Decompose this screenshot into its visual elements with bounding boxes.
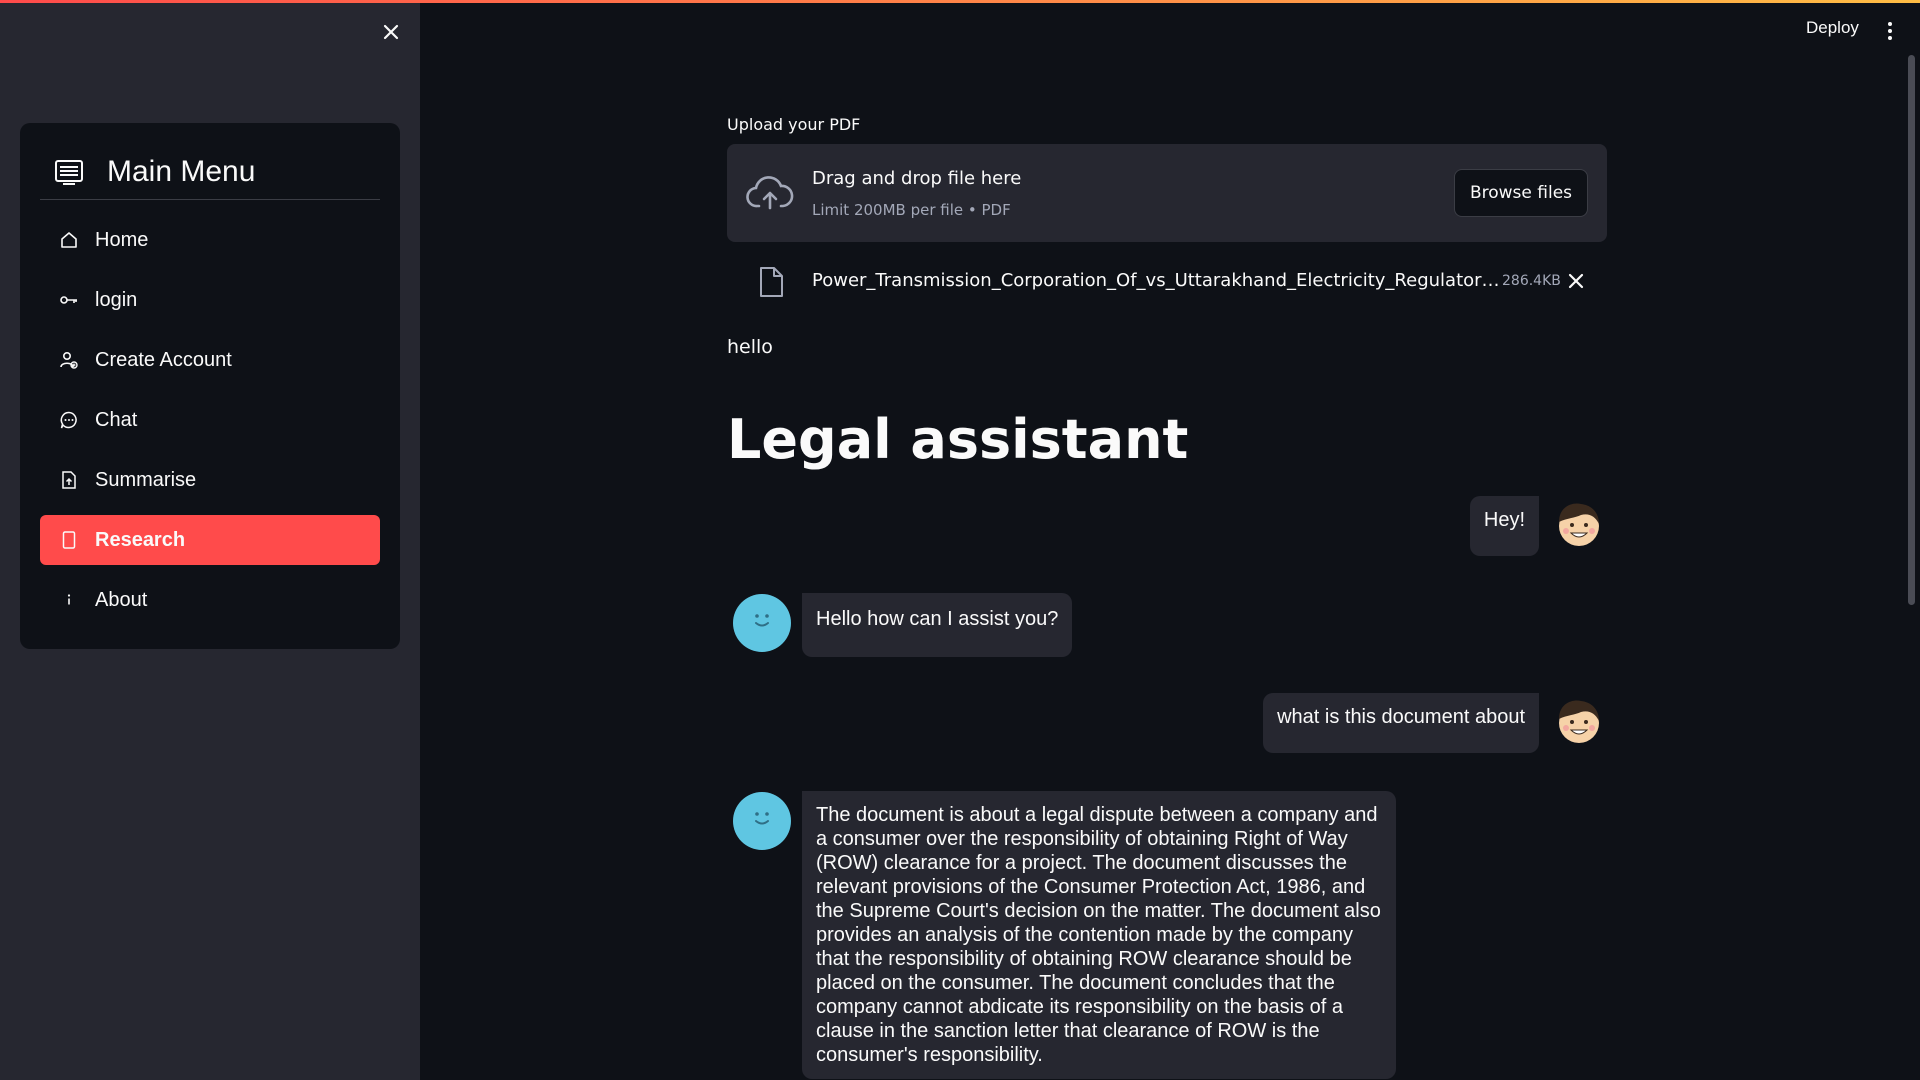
dropzone-limit: Limit 200MB per file • PDF bbox=[812, 201, 1011, 219]
menu-item-create-account[interactable]: Create Account bbox=[40, 335, 380, 385]
file-dropzone[interactable]: Drag and drop file here Limit 200MB per … bbox=[727, 144, 1607, 242]
user-message: what is this document about bbox=[1263, 693, 1607, 753]
menu-item-label: login bbox=[95, 288, 138, 311]
menu-item-about[interactable]: About bbox=[40, 575, 380, 625]
deploy-button[interactable]: Deploy bbox=[1806, 18, 1859, 38]
dropzone-title: Drag and drop file here bbox=[812, 168, 1022, 189]
user-avatar-icon bbox=[1559, 503, 1599, 546]
file-arrow-up-icon bbox=[59, 470, 79, 490]
upload-label: Upload your PDF bbox=[727, 115, 861, 134]
close-icon bbox=[1568, 273, 1584, 289]
menu-list-icon bbox=[55, 160, 83, 185]
main-menu-button[interactable] bbox=[1883, 20, 1897, 42]
menu-item-home[interactable]: Home bbox=[40, 215, 380, 265]
file-icon bbox=[59, 530, 79, 550]
user-message-text: Hey! bbox=[1469, 496, 1539, 556]
assistant-message: The document is about a legal dispute be… bbox=[732, 791, 1396, 1079]
menu-item-label: Research bbox=[95, 528, 186, 551]
uploaded-file: Power_Transmission_Corporation_Of_vs_Utt… bbox=[727, 262, 1607, 300]
menu-item-label: Chat bbox=[95, 408, 138, 431]
menu-item-research[interactable]: Research bbox=[40, 515, 380, 565]
close-sidebar-button[interactable] bbox=[377, 18, 405, 46]
menu-item-chat[interactable]: Chat bbox=[40, 395, 380, 445]
close-icon bbox=[383, 24, 399, 40]
person-add-icon bbox=[59, 350, 79, 370]
menu-item-login[interactable]: login bbox=[40, 275, 380, 325]
key-icon bbox=[59, 290, 79, 310]
menu-header: Main Menu bbox=[40, 145, 380, 200]
user-message-text: what is this document about bbox=[1263, 693, 1539, 753]
menu-item-label: Create Account bbox=[95, 348, 232, 371]
top-decoration-bar bbox=[0, 0, 1920, 3]
menu-title: Main Menu bbox=[107, 155, 256, 188]
menu-item-label: About bbox=[95, 588, 148, 611]
menu-items: Home login Create Account Chat Summarise… bbox=[40, 215, 380, 635]
chat-dots-icon bbox=[59, 410, 79, 430]
sidebar: Main Menu Home login Create Account Chat… bbox=[0, 0, 420, 1080]
menu-item-label: Home bbox=[95, 228, 149, 251]
assistant-avatar-icon bbox=[733, 792, 791, 850]
remove-file-button[interactable] bbox=[1565, 270, 1587, 292]
menu-item-summarise[interactable]: Summarise bbox=[40, 455, 380, 505]
document-icon bbox=[760, 267, 783, 297]
assistant-message: Hello how can I assist you? bbox=[732, 593, 1073, 657]
menu-item-label: Summarise bbox=[95, 468, 197, 491]
house-icon bbox=[59, 230, 79, 250]
main-menu: Main Menu Home login Create Account Chat… bbox=[20, 123, 400, 649]
user-avatar-icon bbox=[1559, 700, 1599, 743]
assistant-avatar-icon bbox=[733, 594, 791, 652]
file-size: 286.4KB bbox=[1502, 273, 1561, 289]
page-scrollbar[interactable] bbox=[1908, 55, 1915, 605]
hello-text: hello bbox=[727, 336, 773, 358]
assistant-message-text: Hello how can I assist you? bbox=[802, 593, 1073, 657]
cloud-upload-icon bbox=[746, 176, 794, 210]
browse-files-button[interactable]: Browse files bbox=[1454, 169, 1588, 217]
file-name: Power_Transmission_Corporation_Of_vs_Utt… bbox=[812, 270, 1502, 291]
info-icon bbox=[59, 590, 79, 610]
assistant-message-text: The document is about a legal dispute be… bbox=[802, 791, 1396, 1079]
page-title: Legal assistant bbox=[727, 408, 1189, 471]
kebab-menu-icon bbox=[1888, 22, 1892, 40]
user-message: Hey! bbox=[1469, 496, 1607, 556]
